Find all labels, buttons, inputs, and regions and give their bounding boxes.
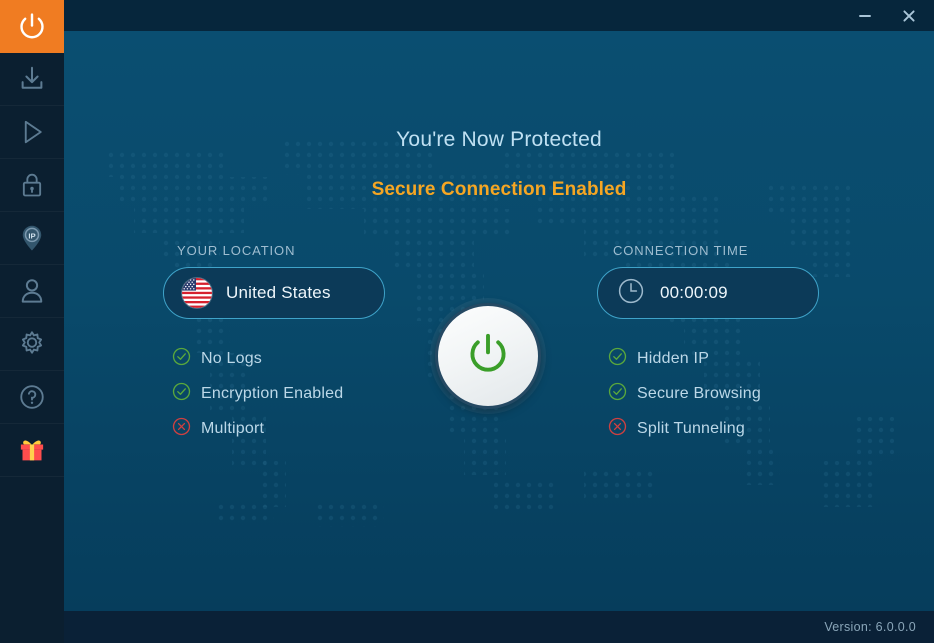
connection-time-value: 00:00:09 [660,283,728,302]
feature-label: Secure Browsing [637,384,761,402]
feature-label: Split Tunneling [637,419,745,437]
title-bar [64,0,934,31]
check-circle-icon [172,347,191,371]
power-icon [15,10,49,44]
location-selector[interactable]: United States [163,267,385,319]
power-icon [462,328,514,385]
connection-time-label: CONNECTION TIME [613,243,749,258]
minimize-button[interactable] [852,3,878,29]
connection-status-text: Secure Connection Enabled [371,179,627,200]
user-icon [17,276,47,306]
gift-icon [17,435,47,465]
version-label: Version: 6.0.0.0 [824,620,916,634]
feature-label: Multiport [201,419,265,437]
sidebar-item-help[interactable] [0,371,64,424]
ip-pin-icon: IP [17,223,47,253]
page-title: You're Now Protected [396,128,602,151]
gear-icon [17,329,47,359]
svg-text:IP: IP [28,232,35,241]
check-circle-icon [172,382,191,406]
stage-content: You're Now Protected Secure Connection E… [64,31,934,611]
download-icon [17,64,47,94]
check-circle-icon [608,382,627,406]
x-circle-icon [608,417,627,441]
play-icon [17,117,47,147]
feature-multiport: Multiport [172,411,343,446]
feature-label: Encryption Enabled [201,384,344,402]
lock-icon [18,171,46,199]
sidebar-item-settings[interactable] [0,318,64,371]
sidebar-item-gift[interactable] [0,424,64,477]
close-button[interactable] [896,3,922,29]
window-controls [852,0,922,31]
help-icon [17,382,47,412]
sidebar-item-account[interactable] [0,265,64,318]
sidebar-item-download[interactable] [0,53,64,106]
sidebar: IP [0,0,64,643]
location-value: United States [226,283,331,302]
feature-hidden-ip: Hidden IP [608,341,761,376]
connection-time-display: 00:00:09 [597,267,819,319]
check-circle-icon [608,347,627,371]
footer-bar: Version: 6.0.0.0 [64,611,934,643]
feature-label: No Logs [201,349,262,367]
us-flag-icon [182,278,212,308]
sidebar-item-lock[interactable] [0,159,64,212]
feature-no-logs: No Logs [172,341,343,376]
main-stage: You're Now Protected Secure Connection E… [64,31,934,611]
features-right: Hidden IP Secure Browsing Split Tunnelin… [608,341,761,446]
x-circle-icon [172,417,191,441]
feature-secure-browsing: Secure Browsing [608,376,761,411]
power-toggle-button[interactable] [435,303,541,409]
clock-icon [616,276,646,311]
vpn-app-window: IP You're Now Protected Secure Connectio… [0,0,934,643]
feature-label: Hidden IP [637,349,710,367]
feature-split-tunneling: Split Tunneling [608,411,761,446]
sidebar-item-power[interactable] [0,0,64,53]
sidebar-item-ip[interactable]: IP [0,212,64,265]
feature-encryption-enabled: Encryption Enabled [172,376,343,411]
sidebar-item-play[interactable] [0,106,64,159]
features-left: No Logs Encryption Enabled Multiport [172,341,343,446]
location-label: YOUR LOCATION [177,243,296,258]
